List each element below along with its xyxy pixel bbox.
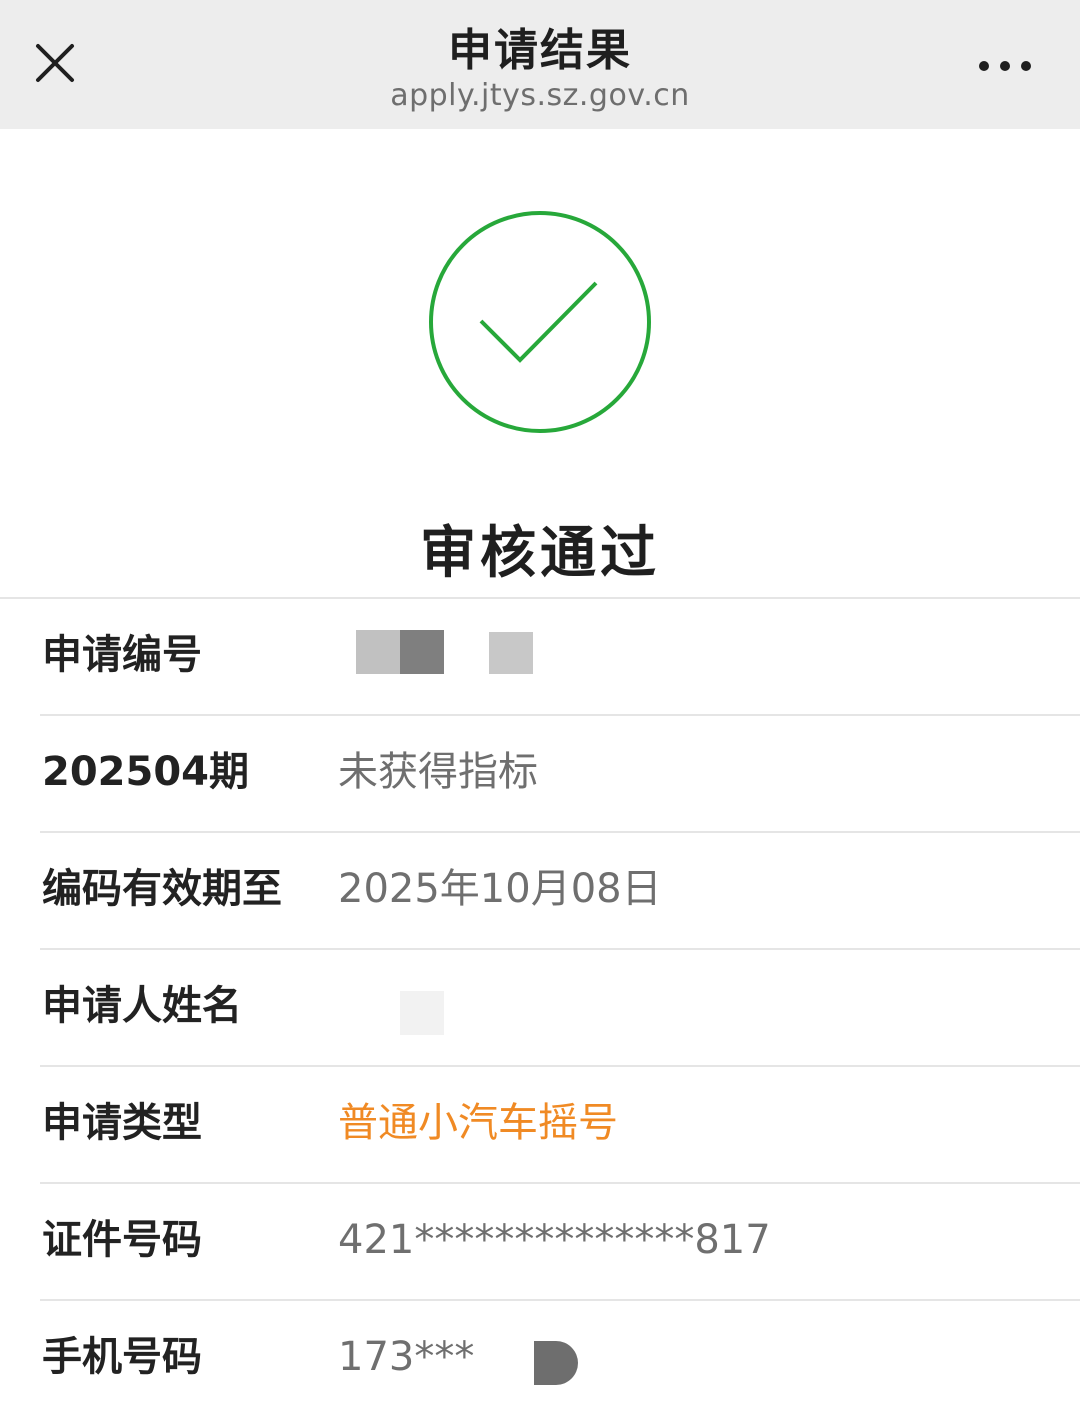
detail-value: 421**************817 <box>338 1217 771 1263</box>
check-circle-icon <box>427 209 653 435</box>
detail-label: 申请编号 <box>42 632 202 678</box>
more-button[interactable] <box>970 46 1040 86</box>
detail-row-period: 202504期 未获得指标 <box>40 716 1080 833</box>
detail-label: 证件号码 <box>42 1217 202 1263</box>
detail-label: 编码有效期至 <box>42 866 282 912</box>
redaction-block <box>534 1341 578 1385</box>
detail-value: 普通小汽车摇号 <box>338 1100 618 1146</box>
details-list: 申请编号 202504期 未获得指标 编码有效期至 2025年10月08日 申请… <box>0 599 1080 1416</box>
detail-label: 申请人姓名 <box>42 983 242 1029</box>
detail-label: 202504期 <box>42 749 249 795</box>
detail-value: 2025年10月08日 <box>338 866 662 912</box>
top-navigation-bar: 申请结果 apply.jtys.sz.gov.cn <box>0 0 1080 129</box>
more-horizontal-icon <box>970 61 1040 90</box>
detail-row-phone: 手机号码 173*** <box>40 1301 1080 1416</box>
detail-value: 173*** <box>338 1334 475 1380</box>
detail-label: 申请类型 <box>42 1100 202 1146</box>
detail-row-id-number: 证件号码 421**************817 <box>40 1184 1080 1301</box>
page-title: 申请结果 <box>448 25 632 76</box>
detail-value: 未获得指标 <box>338 749 538 795</box>
status-text: 审核通过 <box>420 521 660 586</box>
page-domain: apply.jtys.sz.gov.cn <box>390 78 690 113</box>
detail-label: 手机号码 <box>42 1334 202 1380</box>
detail-row-application-type: 申请类型 普通小汽车摇号 <box>40 1067 1080 1184</box>
detail-row-valid-until: 编码有效期至 2025年10月08日 <box>40 833 1080 950</box>
detail-row-application-number: 申请编号 <box>40 599 1080 716</box>
detail-row-applicant-name: 申请人姓名 <box>40 950 1080 1067</box>
